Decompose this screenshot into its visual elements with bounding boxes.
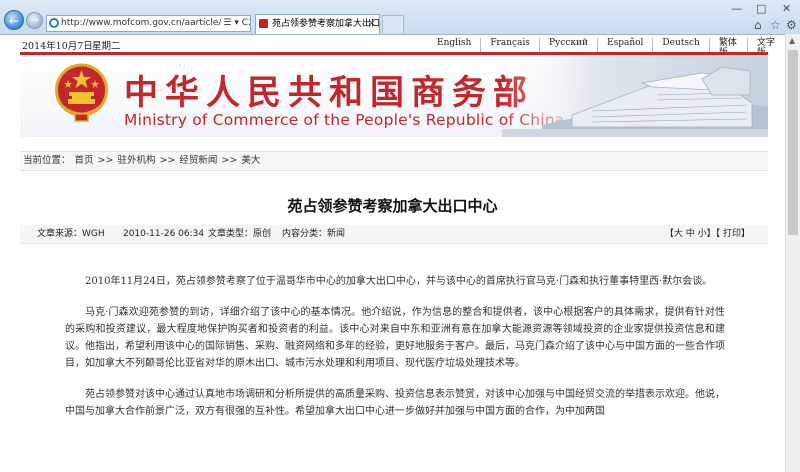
article-body: 2010年11月24日，苑占领参赞考察了位于温哥华市中心的加拿大出口中心，并与该… — [65, 273, 725, 434]
font-size-print-tools[interactable]: 【大 中 小】【 打印】 — [665, 225, 750, 243]
minimize-button[interactable]: — — [731, 2, 742, 15]
article-category: 内容分类：新闻 — [282, 229, 346, 239]
article-source: 文章来源：WGH — [37, 229, 105, 239]
site-title-chinese: 中华人民共和国商务部 — [124, 73, 534, 113]
breadcrumb-label: 当前位置： — [23, 155, 71, 166]
browser-toolbar: ← → http://www.mofcom.gov.cn/aarticle/i/… — [0, 0, 800, 35]
site-title-english: Ministry of Commerce of the People's Rep… — [124, 111, 565, 129]
vertical-scrollbar[interactable]: ▲ — [785, 34, 800, 472]
maximize-button[interactable]: □ — [756, 2, 766, 15]
top-info-bar: 2014年10月7日 星期二 English Français Pусский … — [0, 35, 785, 58]
star-icon[interactable]: ☆ — [770, 18, 781, 32]
forward-arrow-icon: → — [30, 15, 39, 26]
home-icon[interactable]: ⌂ — [754, 18, 762, 32]
breadcrumb-separator: >> — [97, 155, 114, 166]
article-type: 文章类型：原创 — [208, 229, 272, 239]
breadcrumb-item-overseas[interactable]: 驻外机构 — [117, 155, 155, 166]
favicon-icon — [259, 19, 268, 28]
breadcrumb: 当前位置： 首页 >> 驻外机构 >> 经贸新闻 >> 美大 — [20, 151, 768, 171]
breadcrumb-item-news[interactable]: 经贸新闻 — [179, 155, 217, 166]
article-paragraph: 2010年11月24日，苑占领参赞考察了位于温哥华市中心的加拿大出口中心，并与该… — [85, 276, 713, 287]
current-weekday: 星期二 — [92, 41, 121, 52]
article-title: 苑占领参赞考察加拿大出口中心 — [287, 197, 498, 215]
close-window-button[interactable]: ✕ — [782, 2, 791, 15]
article-meta-bar: 文章来源：WGH 2010-11-26 06:34 文章类型：原创 内容分类：新… — [20, 225, 768, 244]
address-bar-tools[interactable]: ☰ ▾ C — [221, 16, 248, 31]
ie-icon — [49, 18, 59, 28]
breadcrumb-separator: >> — [159, 155, 176, 166]
ministry-building-illustration — [502, 55, 768, 137]
browser-tab[interactable]: 苑占领参赞考察加拿大出口中心 × — [255, 14, 380, 34]
tab-close-icon[interactable]: × — [368, 15, 376, 33]
tab-title: 苑占领参赞考察加拿大出口中心 — [272, 19, 380, 29]
scroll-up-icon[interactable]: ▲ — [789, 36, 795, 45]
breadcrumb-separator: >> — [221, 155, 238, 166]
forward-button[interactable]: → — [26, 12, 43, 29]
article-paragraph: 苑占领参赞对该中心通过认真地市场调研和分析所提供的高质量采购、投资信息表示赞赏，… — [65, 389, 725, 417]
gear-icon[interactable]: ⚙ — [786, 18, 797, 32]
article-date: 2010-11-26 06:34 — [123, 229, 205, 239]
breadcrumb-item-home[interactable]: 首页 — [75, 155, 94, 166]
web-page: 2014年10月7日 星期二 English Français Pусский … — [0, 35, 785, 472]
back-button[interactable]: ← — [4, 10, 24, 30]
article-paragraph: 马克·门森欢迎苑参赞的到访，详细介绍了该中心的基本情况。他介绍说，作为信息的整合… — [65, 307, 725, 369]
new-tab-button[interactable] — [382, 15, 404, 33]
site-banner: 中华人民共和国商务部 Ministry of Commerce of the P… — [20, 55, 768, 137]
scroll-thumb[interactable] — [788, 50, 798, 235]
current-date: 2014年10月7日 — [22, 41, 93, 52]
national-emblem-icon — [55, 63, 108, 122]
breadcrumb-item-americas[interactable]: 美大 — [241, 155, 260, 166]
address-bar[interactable]: http://www.mofcom.gov.cn/aarticle/i/jyjl… — [46, 15, 251, 32]
back-arrow-icon: ← — [8, 14, 20, 28]
